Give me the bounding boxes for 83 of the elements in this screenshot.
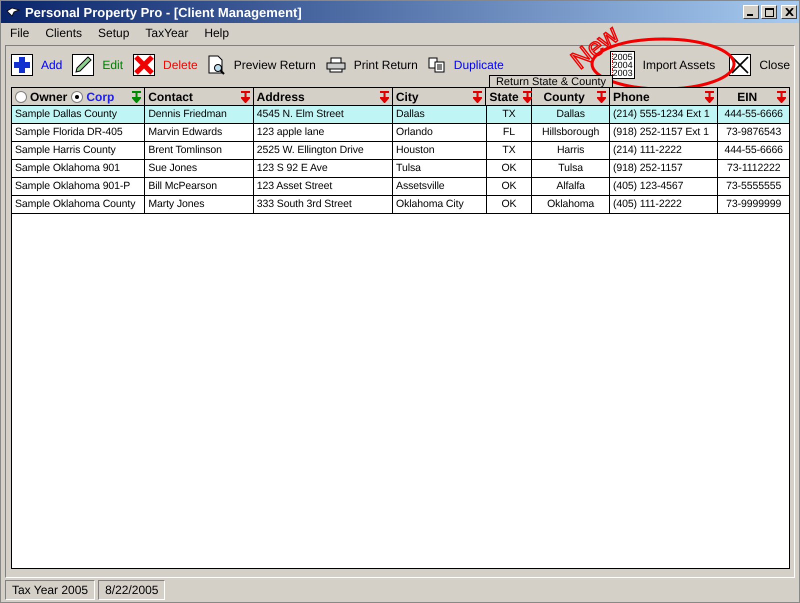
- table-cell: Hillsborough: [532, 124, 610, 141]
- table-cell: Tulsa: [532, 160, 610, 177]
- table-cell: Tulsa: [393, 160, 487, 177]
- table-cell: Sample Oklahoma County: [12, 196, 146, 213]
- table-cell: (918) 252-1157: [610, 160, 718, 177]
- close-toolbar-button[interactable]: Close: [729, 54, 790, 76]
- toolbar-button[interactable]: Duplicate: [428, 56, 504, 72]
- table-cell-text: 444-55-6666: [723, 107, 784, 122]
- maximize-button[interactable]: [761, 5, 777, 19]
- window-title: Personal Property Pro - [Client Management]: [25, 4, 302, 20]
- column-header[interactable]: Address: [254, 88, 393, 105]
- table-cell: Dallas: [393, 106, 487, 123]
- column-header[interactable]: Phone: [610, 88, 718, 105]
- copy-icon: [428, 56, 446, 72]
- table-cell: (405) 123-4567: [610, 178, 718, 195]
- toolbar-button[interactable]: Add: [11, 54, 62, 76]
- table-cell-text: 73-9999999: [725, 197, 782, 212]
- menu-item[interactable]: Setup: [98, 26, 130, 40]
- table-cell: 4545 N. Elm Street: [254, 106, 394, 123]
- table-cell: OK: [486, 196, 532, 213]
- radio-option[interactable]: Owner: [15, 90, 68, 104]
- menu-item[interactable]: Clients: [45, 26, 82, 40]
- table-cell: (918) 252-1157 Ext 1: [610, 124, 718, 141]
- table-cell: FL: [486, 124, 532, 141]
- table-cell: 2525 W. Ellington Drive: [254, 142, 394, 159]
- table-cell-text: 73-9876543: [725, 125, 782, 140]
- table-cell: Sue Jones: [145, 160, 254, 177]
- table-cell: OK: [486, 178, 532, 195]
- table-cell: (405) 111-2222: [610, 196, 718, 213]
- table-cell-text: 73-1112222: [726, 161, 782, 176]
- menu-item[interactable]: TaxYear: [145, 26, 188, 40]
- maximize-icon: [764, 8, 774, 16]
- status-panel: 8/22/2005: [98, 580, 166, 600]
- toolbar-button[interactable]: Preview Return: [208, 54, 316, 74]
- menu-item[interactable]: Help: [204, 26, 229, 40]
- table-cell: Sample Oklahoma 901: [12, 160, 146, 177]
- table-cell: Dallas: [532, 106, 610, 123]
- plus-icon: [11, 54, 33, 76]
- table-cell-text: 73-5555555: [725, 179, 782, 194]
- printer-icon: [326, 56, 346, 72]
- table-cell: Sample Dallas County: [12, 106, 146, 123]
- column-header[interactable]: City: [392, 88, 486, 105]
- table-cell: Houston: [393, 142, 487, 159]
- table-cell: Alfalfa: [532, 178, 610, 195]
- table-cell: Harris: [532, 142, 610, 159]
- table-cell: Orlando: [393, 124, 487, 141]
- table-cell: Oklahoma City: [393, 196, 487, 213]
- table-cell: TX: [486, 106, 532, 123]
- menu-item[interactable]: File: [10, 26, 30, 40]
- app-icon: [6, 6, 20, 18]
- table-cell: Assetsville: [393, 178, 487, 195]
- column-header[interactable]: EIN: [718, 88, 790, 105]
- minimize-button[interactable]: [743, 5, 759, 19]
- table-cell: 333 South 3rd Street: [254, 196, 394, 213]
- column-header[interactable]: State: [486, 88, 532, 105]
- table-cell: Bill McPearson: [145, 178, 254, 195]
- table-cell: (214) 555-1234 Ext 1: [610, 106, 718, 123]
- table-cell: 123 Asset Street: [254, 178, 394, 195]
- table-cell: OK: [486, 160, 532, 177]
- table-cell: Brent Tomlinson: [145, 142, 254, 159]
- pencil-icon: [72, 54, 94, 76]
- document-magnifier-icon: [208, 54, 226, 74]
- table-cell: Sample Harris County: [12, 142, 146, 159]
- table-cell: Sample Oklahoma 901-P: [12, 178, 146, 195]
- table-cell: Marvin Edwards: [145, 124, 254, 141]
- delete-icon: [133, 54, 156, 76]
- table-cell: Oklahoma: [532, 196, 610, 213]
- sort-arrow-icon[interactable]: [132, 90, 142, 102]
- column-header[interactable]: Contact: [145, 88, 254, 105]
- table-cell: TX: [486, 142, 532, 159]
- close-button[interactable]: [781, 5, 797, 19]
- column-header[interactable]: County: [532, 88, 610, 105]
- table-cell: (214) 111-2222: [610, 142, 718, 159]
- table-cell: 123 S 92 E Ave: [254, 160, 394, 177]
- status-panel: Tax Year 2005: [5, 580, 96, 600]
- radio-option[interactable]: Corp: [71, 90, 114, 104]
- table-cell: 123 apple lane: [254, 124, 394, 141]
- table-cell: Sample Florida DR-405: [12, 124, 146, 141]
- table-cell-text: 444-55-6666: [723, 143, 784, 158]
- table-cell: Marty Jones: [145, 196, 254, 213]
- close-icon: [784, 8, 794, 16]
- table-cell: Dennis Friedman: [145, 106, 254, 123]
- toolbar-button[interactable]: Print Return: [326, 56, 418, 72]
